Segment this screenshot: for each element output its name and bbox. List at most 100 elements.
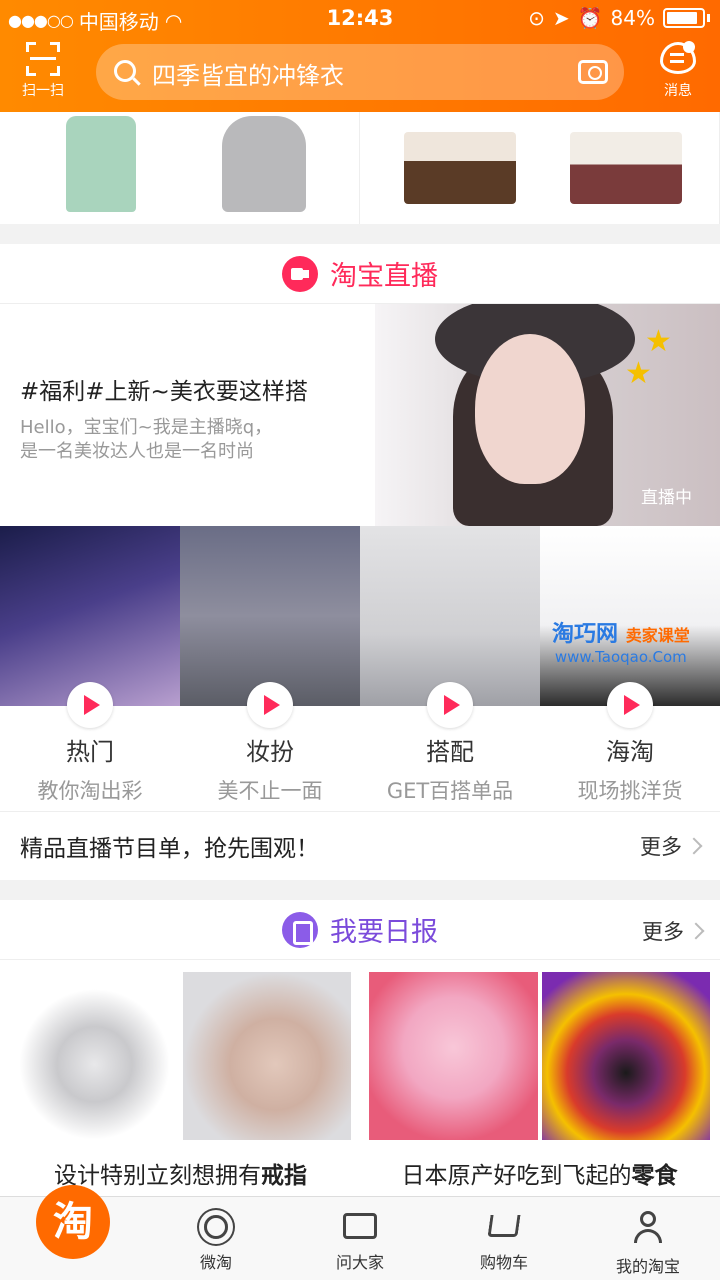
live-categories: 热门 教你淘出彩 妆扮 美不止一面 搭配 GET百搭单品 淘巧网 卖家课堂 ww… <box>0 526 720 812</box>
play-icon <box>427 682 473 728</box>
category-subtitle: 教你淘出彩 <box>37 779 143 803</box>
daily-card-rings[interactable]: 设计特别立刻想拥有戒指 <box>10 972 351 1190</box>
daily-card-title: 设计特别立刻想拥有戒指 <box>54 1163 307 1189</box>
video-camera-icon <box>282 255 318 292</box>
scan-button[interactable]: 扫一扫 <box>12 42 74 100</box>
program-list-text: 精品直播节目单，抢先围观！ <box>20 836 319 862</box>
daily-cards: 设计特别立刻想拥有戒指 日本原产好吃到飞起的零食 <box>0 960 720 1190</box>
daily-more-link[interactable]: 更多 <box>642 916 705 946</box>
daily-card-images <box>369 972 710 1140</box>
category-subtitle: GET百搭单品 <box>386 779 514 803</box>
messages-label: 消息 <box>664 83 692 99</box>
daily-section-header: 我要日报 更多 <box>0 900 720 960</box>
daily-card-snacks[interactable]: 日本原产好吃到飞起的零食 <box>369 972 710 1190</box>
daily-card-title: 日本原产好吃到飞起的零食 <box>401 1163 678 1189</box>
bottom-tab-bar: 淘 微淘 问大家 购物车 我的淘宝 <box>0 1185 720 1280</box>
tab-label: 我的淘宝 <box>615 1257 680 1276</box>
category-makeup[interactable]: 妆扮 美不止一面 <box>180 526 360 811</box>
gift-box-image <box>404 132 516 204</box>
streamer-photo: ★ ★ 直播中 <box>375 304 720 526</box>
tab-label: 微淘 <box>199 1253 232 1272</box>
watermark-logo: 淘巧网 卖家课堂 www.Taoqao.Com <box>552 622 690 666</box>
chevron-right-icon <box>687 922 705 940</box>
program-list-row[interactable]: 精品直播节目单，抢先围观！ 更多 <box>0 812 720 880</box>
live-status-tag: 直播中 <box>641 488 692 508</box>
messages-button[interactable]: 消息 <box>648 41 708 100</box>
gummy-image <box>541 972 710 1140</box>
category-outfit[interactable]: 搭配 GET百搭单品 <box>360 526 540 811</box>
chat-bubble-icon <box>660 41 696 74</box>
battery-tip <box>707 14 710 22</box>
status-bar: ●●●○○ 中国移动 ◠ 12:43 ⊙ ➤ ⏰ 84% <box>0 0 720 38</box>
category-subtitle: 美不止一面 <box>217 779 323 803</box>
scan-icon <box>26 42 60 76</box>
ring-image <box>10 972 179 1140</box>
featured-live-stream[interactable]: #福利#上新~美衣要这样搭 Hello，宝宝们~我是主播晓q， 是一名美妆达人也… <box>0 304 720 526</box>
taobao-home: ●●●○○ 中国移动 ◠ 12:43 ⊙ ➤ ⏰ 84% 扫一扫 四季皆宜的冲锋… <box>0 0 720 1280</box>
tab-label: 购物车 <box>479 1253 528 1272</box>
category-subtitle: 现场挑洋货 <box>577 779 683 803</box>
tab-home[interactable]: 淘 <box>0 1185 144 1280</box>
taobao-home-icon: 淘 <box>36 1185 110 1259</box>
scan-label: 扫一扫 <box>22 83 64 99</box>
ring-hand-image <box>182 972 351 1140</box>
feature-description: Hello，宝宝们~我是主播晓q， 是一名美妆达人也是一名时尚 <box>20 416 342 464</box>
top-header: ●●●○○ 中国移动 ◠ 12:43 ⊙ ➤ ⏰ 84% 扫一扫 四季皆宜的冲锋… <box>0 0 720 112</box>
lock-rotation-icon: ⊙ <box>528 6 545 30</box>
play-icon <box>247 682 293 728</box>
play-icon <box>67 682 113 728</box>
person-icon <box>633 1211 663 1245</box>
daily-card-images <box>10 972 351 1140</box>
star-decoration-icon: ★ <box>645 324 672 359</box>
category-image <box>180 526 360 706</box>
feature-desc-line1: Hello，宝宝们~我是主播晓q， <box>20 417 273 438</box>
status-right: ⊙ ➤ ⏰ 84% <box>528 6 710 30</box>
play-icon <box>607 682 653 728</box>
search-placeholder: 四季皆宜的冲锋衣 <box>152 62 344 90</box>
feature-desc-line2: 是一名美妆达人也是一名时尚 <box>20 441 254 462</box>
search-toolbar: 扫一扫 四季皆宜的冲锋衣 消息 <box>0 38 720 112</box>
shopping-cart-icon <box>487 1215 521 1237</box>
star-decoration-icon: ★ <box>625 356 652 391</box>
taobao-live-section: 淘宝直播 #福利#上新~美衣要这样搭 Hello，宝宝们~我是主播晓q， 是一名… <box>0 244 720 880</box>
tab-cart[interactable]: 购物车 <box>432 1197 576 1280</box>
daily-report-section: 我要日报 更多 设计特别立刻想拥有戒指 日本原产好吃到飞起的零食 <box>0 900 720 1200</box>
category-hot[interactable]: 热门 教你淘出彩 <box>0 526 180 811</box>
more-link[interactable]: 更多 <box>640 831 703 861</box>
camera-icon[interactable] <box>578 60 608 84</box>
gray-cardigan-image <box>222 116 306 212</box>
tab-weitao[interactable]: 微淘 <box>144 1197 288 1280</box>
category-image <box>0 526 180 706</box>
live-section-header[interactable]: 淘宝直播 <box>0 244 720 304</box>
tea-box-image <box>570 132 682 204</box>
category-image <box>360 526 540 706</box>
search-input[interactable]: 四季皆宜的冲锋衣 <box>96 44 624 100</box>
category-image: 淘巧网 卖家课堂 www.Taoqao.Com <box>540 526 720 706</box>
tab-label: 问大家 <box>335 1253 384 1272</box>
category-name: 搭配 <box>426 738 474 766</box>
chevron-right-icon <box>685 837 703 855</box>
daily-section-title: 我要日报 <box>330 917 438 948</box>
search-icon <box>114 60 136 82</box>
green-cardigan-image <box>66 116 136 212</box>
alarm-icon: ⏰ <box>577 6 603 30</box>
notification-dot <box>683 41 695 53</box>
category-overseas[interactable]: 淘巧网 卖家课堂 www.Taoqao.Com 海淘 现场挑洋货 <box>540 526 720 811</box>
tab-ask[interactable]: 问大家 <box>288 1197 432 1280</box>
location-icon: ➤ <box>552 6 570 30</box>
product-gift-boxes[interactable] <box>360 112 720 224</box>
battery-percent: 84% <box>610 6 655 30</box>
speech-bubbles-icon <box>343 1213 377 1239</box>
category-name: 海淘 <box>606 738 654 766</box>
feature-title: #福利#上新~美衣要这样搭 <box>20 379 308 405</box>
candy-bowl-image <box>369 972 538 1140</box>
category-name: 热门 <box>66 738 114 766</box>
broadcast-icon <box>204 1215 228 1239</box>
streamer-face <box>475 334 585 484</box>
product-cardigans[interactable] <box>0 112 360 224</box>
battery-icon <box>663 8 705 28</box>
live-section-title: 淘宝直播 <box>330 261 438 292</box>
category-name: 妆扮 <box>246 738 294 766</box>
daily-report-icon <box>282 911 318 948</box>
tab-my-taobao[interactable]: 我的淘宝 <box>576 1197 720 1280</box>
